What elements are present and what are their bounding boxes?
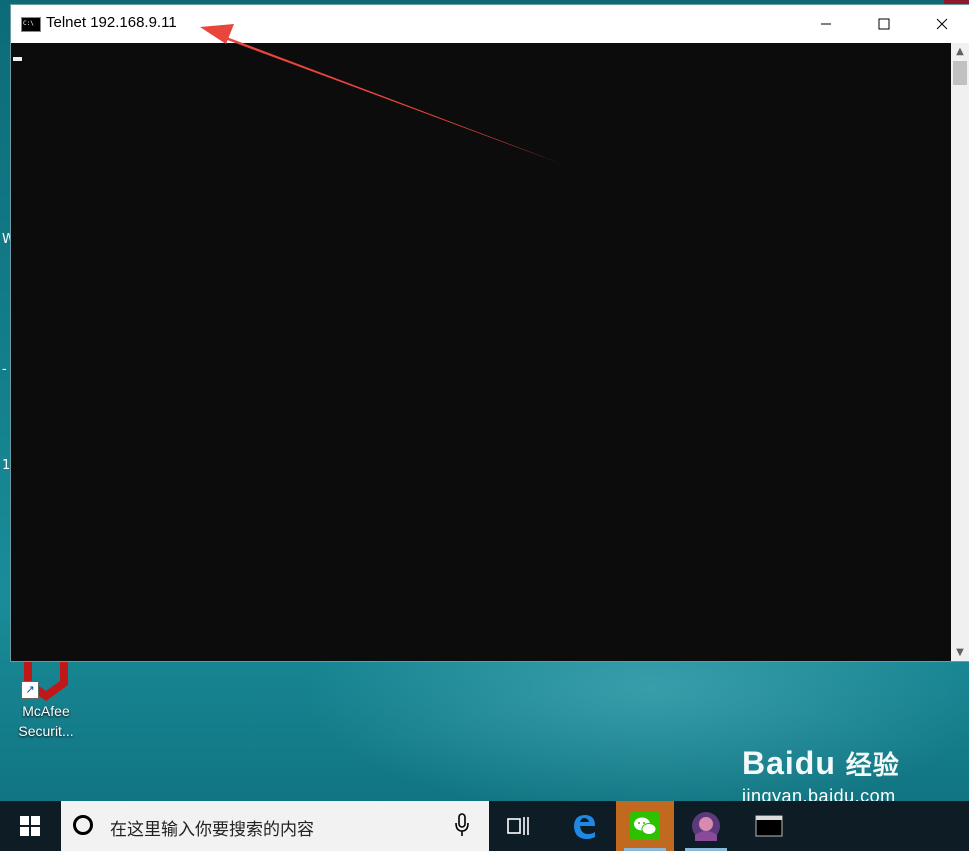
task-view-icon [507, 817, 529, 835]
search-box[interactable]: 在这里输入你要搜索的内容 [61, 801, 489, 851]
maximize-icon [878, 18, 890, 30]
watermark-url: jingyan.baidu.com [742, 786, 896, 801]
desktop-icon-label: Securit... [18, 723, 74, 739]
game-avatar-icon [692, 812, 720, 841]
offscreen-text-mark: - [2, 362, 7, 377]
console-icon: C:\ [21, 17, 41, 32]
taskbar: 在这里输入你要搜索的内容 [0, 801, 969, 851]
maximize-button[interactable] [855, 5, 913, 43]
scroll-up-button[interactable]: ▲ [951, 43, 969, 60]
wechat-button[interactable] [616, 801, 674, 851]
title-bar[interactable]: C:\ Telnet 192.168.9.11 [11, 5, 969, 43]
windows-icon [20, 816, 40, 836]
vertical-scrollbar[interactable]: ▲ ▼ [951, 43, 969, 661]
minimize-icon [821, 23, 831, 25]
minimize-button[interactable] [797, 5, 855, 43]
scroll-down-button[interactable]: ▼ [951, 644, 969, 661]
game-app-button[interactable] [677, 801, 735, 851]
text-cursor [13, 57, 22, 61]
start-button[interactable] [0, 801, 60, 851]
task-view-button[interactable] [490, 801, 548, 851]
watermark-brand: Baidu 经验 [742, 745, 900, 781]
shortcut-arrow-icon: ↗ [21, 681, 39, 699]
wechat-icon [630, 812, 660, 840]
cmd-button[interactable] [740, 801, 798, 851]
edge-icon [574, 815, 595, 839]
search-placeholder: 在这里输入你要搜索的内容 [110, 820, 314, 840]
desktop: W - 1 ↗ McAfee Securit... C:\ Telnet 192… [0, 0, 969, 801]
desktop-icon-mcafee[interactable]: ↗ McAfee Securit... [10, 655, 82, 741]
close-icon [936, 18, 948, 30]
scroll-thumb[interactable] [953, 61, 967, 85]
desktop-icon-label: McAfee [22, 703, 70, 719]
console-area[interactable] [11, 43, 951, 661]
edge-browser-button[interactable] [555, 801, 613, 851]
cortana-icon[interactable] [73, 815, 93, 835]
window-title: Telnet 192.168.9.11 [46, 14, 177, 31]
baidu-watermark: Baidu 经验 jingyan.baidu.com [742, 745, 900, 801]
microphone-icon[interactable] [454, 813, 470, 841]
close-button[interactable] [913, 5, 969, 43]
cmd-icon [755, 815, 783, 837]
telnet-window[interactable]: C:\ Telnet 192.168.9.11 ▲ ▼ [10, 4, 969, 662]
